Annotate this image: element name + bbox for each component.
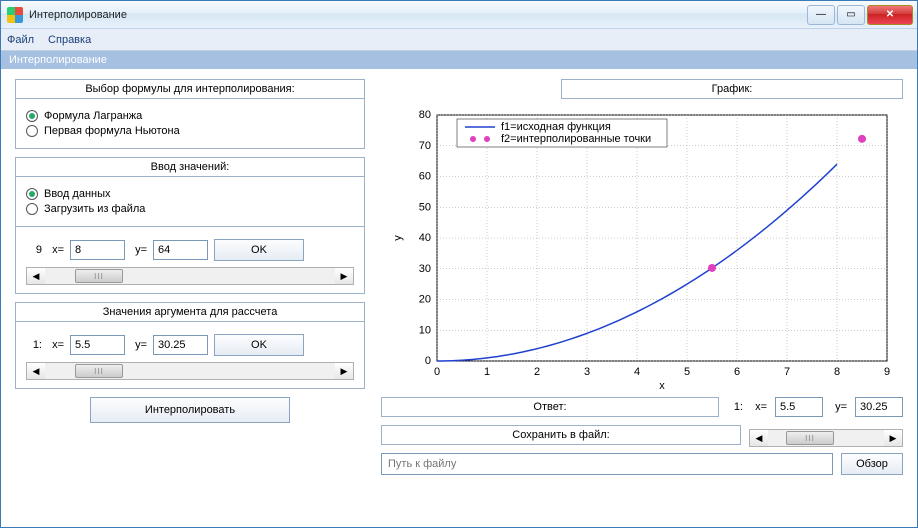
svg-text:50: 50 [419, 201, 431, 213]
menubar: Файл Справка [1, 29, 917, 51]
radio-icon [26, 203, 38, 215]
scroll-right-icon[interactable]: ▶ [884, 430, 902, 446]
radio-fromfile[interactable]: Загрузить из файла [26, 203, 354, 215]
browse-button[interactable]: Обзор [841, 453, 903, 475]
formula-panel-title: Выбор формулы для интерполирования: [16, 80, 364, 99]
svg-text:3: 3 [584, 366, 590, 378]
content: Выбор формулы для интерполирования: Форм… [1, 69, 917, 527]
scroll-left-icon[interactable]: ◀ [27, 363, 45, 379]
path-row: Обзор [381, 453, 903, 475]
svg-text:40: 40 [419, 232, 431, 244]
radio-manual[interactable]: Ввод данных [26, 188, 354, 200]
svg-text:2: 2 [534, 366, 540, 378]
radio-label: Загрузить из файла [44, 203, 145, 215]
svg-text:80: 80 [419, 109, 431, 121]
menu-help[interactable]: Справка [48, 34, 91, 46]
svg-text:9: 9 [884, 366, 890, 378]
left-column: Выбор формулы для интерполирования: Форм… [15, 79, 365, 517]
input-ok-button[interactable]: OK [214, 239, 304, 261]
scroll-right-icon[interactable]: ▶ [335, 268, 353, 284]
answer-row: Ответ: 1: x= y= [381, 397, 903, 417]
svg-text:60: 60 [419, 171, 431, 183]
svg-text:y: y [392, 235, 404, 241]
formula-panel: Выбор формулы для интерполирования: Форм… [15, 79, 365, 149]
radio-icon [26, 188, 38, 200]
right-column: График: 0 1 2 3 4 5 6 7 8 9 0 10 20 30 40 50 60 70 80 x y f1=… [381, 79, 903, 517]
answer-scrollbar[interactable]: ◀ III ▶ [749, 429, 903, 447]
scroll-thumb[interactable]: III [786, 431, 834, 445]
minimize-button[interactable]: — [807, 5, 835, 25]
radio-label: Формула Лагранжа [44, 110, 142, 122]
titlebar: Интерполирование — ▭ ✕ [1, 1, 917, 29]
answer-index: 1: [727, 401, 743, 413]
scroll-thumb[interactable]: III [75, 269, 123, 283]
input-panel-title: Ввод значений: [16, 158, 364, 177]
radio-icon [26, 125, 38, 137]
save-label: Сохранить в файл: [381, 425, 741, 445]
svg-text:4: 4 [634, 366, 640, 378]
svg-text:6: 6 [734, 366, 740, 378]
chart-area: 0 1 2 3 4 5 6 7 8 9 0 10 20 30 40 50 60 70 80 x y f1=исходная… [381, 107, 903, 391]
app-icon [7, 7, 23, 23]
save-row: Сохранить в файл: ◀ III ▶ [381, 423, 903, 447]
window-buttons: — ▭ ✕ [807, 5, 913, 25]
svg-text:1: 1 [484, 366, 490, 378]
y-label: y= [131, 339, 147, 351]
svg-text:f2=интерполированные точки: f2=интерполированные точки [501, 133, 651, 145]
scroll-left-icon[interactable]: ◀ [750, 430, 768, 446]
x-label: x= [751, 401, 767, 413]
args-x[interactable] [70, 335, 125, 355]
subtitle-bar: Интерполирование [1, 51, 917, 69]
y-label: y= [831, 401, 847, 413]
radio-lagrange[interactable]: Формула Лагранжа [26, 110, 354, 122]
radio-label: Ввод данных [44, 188, 111, 200]
radio-newton[interactable]: Первая формула Ньютона [26, 125, 354, 137]
svg-text:8: 8 [834, 366, 840, 378]
answer-x[interactable] [775, 397, 823, 417]
maximize-button[interactable]: ▭ [837, 5, 865, 25]
input-scrollbar[interactable]: ◀ III ▶ [26, 267, 354, 285]
menu-file[interactable]: Файл [7, 34, 34, 46]
svg-text:70: 70 [419, 140, 431, 152]
args-scrollbar[interactable]: ◀ III ▶ [26, 362, 354, 380]
scroll-left-icon[interactable]: ◀ [27, 268, 45, 284]
args-y[interactable] [153, 335, 208, 355]
radio-icon [26, 110, 38, 122]
svg-text:x: x [659, 380, 665, 391]
args-panel: Значения аргумента для рассчета 1: x= y=… [15, 302, 365, 389]
radio-label: Первая формула Ньютона [44, 125, 180, 137]
scroll-right-icon[interactable]: ▶ [335, 363, 353, 379]
x-label: x= [48, 244, 64, 256]
input-y[interactable] [153, 240, 208, 260]
svg-text:10: 10 [419, 324, 431, 336]
svg-text:5: 5 [684, 366, 690, 378]
args-index: 1: [26, 339, 42, 351]
svg-text:f1=исходная функция: f1=исходная функция [501, 121, 611, 133]
interpolate-button[interactable]: Интерполировать [90, 397, 290, 423]
svg-text:20: 20 [419, 294, 431, 306]
chart-svg: 0 1 2 3 4 5 6 7 8 9 0 10 20 30 40 50 60 70 80 x y f1=исходная… [381, 107, 903, 391]
input-panel: Ввод значений: Ввод данных Загрузить из … [15, 157, 365, 294]
svg-text:7: 7 [784, 366, 790, 378]
chart-title-box: График: [561, 79, 903, 99]
close-button[interactable]: ✕ [867, 5, 913, 25]
scroll-thumb[interactable]: III [75, 364, 123, 378]
window-title: Интерполирование [29, 9, 807, 21]
app-window: Интерполирование — ▭ ✕ Файл Справка Инте… [0, 0, 918, 528]
path-input[interactable] [381, 453, 833, 475]
args-ok-button[interactable]: OK [214, 334, 304, 356]
answer-y[interactable] [855, 397, 903, 417]
args-panel-title: Значения аргумента для рассчета [16, 303, 364, 322]
x-label: x= [48, 339, 64, 351]
answer-label: Ответ: [381, 397, 719, 417]
svg-text:30: 30 [419, 263, 431, 275]
input-x[interactable] [70, 240, 125, 260]
svg-text:0: 0 [425, 355, 431, 367]
input-index: 9 [26, 244, 42, 256]
svg-text:0: 0 [434, 366, 440, 378]
y-label: y= [131, 244, 147, 256]
